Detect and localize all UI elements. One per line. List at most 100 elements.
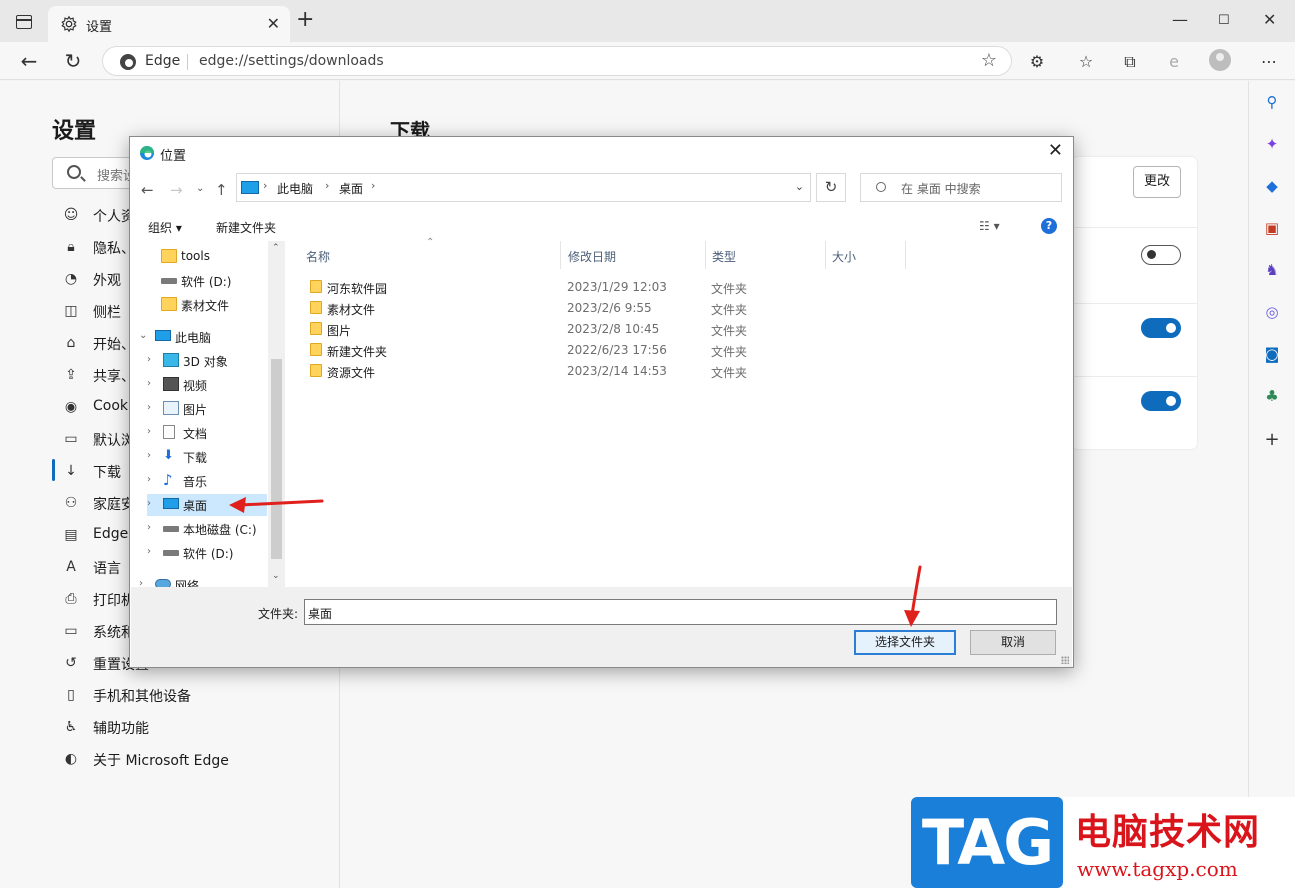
back-icon[interactable]: ← — [141, 181, 154, 199]
scroll-thumb[interactable] — [271, 359, 282, 559]
tab-settings[interactable]: 设置 ✕ — [48, 6, 290, 42]
tree-item[interactable]: › 3D 对象 — [147, 350, 267, 372]
column-type[interactable]: 类型 — [712, 248, 736, 265]
chevron-right-icon[interactable]: › — [147, 522, 151, 533]
file-row[interactable]: 图片 2023/2/8 10:45 文件夹 — [306, 319, 866, 339]
chevron-right-icon[interactable]: › — [147, 546, 151, 557]
copilot-icon[interactable]: ✦ — [1263, 135, 1281, 153]
chevron-right-icon[interactable]: › — [147, 402, 151, 413]
refresh-button[interactable]: ↻ — [816, 173, 846, 202]
nav-scrollbar[interactable]: ⌃ ⌄ — [268, 241, 285, 587]
scroll-down-icon[interactable]: ⌄ — [272, 571, 280, 581]
resize-grip-icon[interactable] — [1061, 656, 1069, 664]
close-window-icon[interactable]: ✕ — [1263, 10, 1276, 29]
chevron-right-icon[interactable]: › — [325, 179, 329, 192]
edge-bar-icon: ▤ — [64, 527, 78, 543]
tree-item[interactable]: 软件 (D:) — [145, 270, 265, 292]
add-sidebar-icon[interactable]: + — [1263, 431, 1281, 449]
toggle-ask-where-save[interactable] — [1141, 245, 1181, 265]
help-icon[interactable]: ? — [1041, 218, 1057, 234]
tree-item[interactable]: › 软件 (D:) — [147, 542, 267, 564]
tree-item[interactable]: › 视频 — [147, 374, 267, 396]
music-icon: ♪ — [163, 471, 173, 489]
tree-item[interactable]: 素材文件 — [145, 294, 265, 316]
breadcrumb-desktop[interactable]: 桌面 — [339, 180, 363, 197]
toggle-show-downloads-menu[interactable] — [1141, 391, 1181, 411]
folder-name-input[interactable]: 桌面 — [304, 599, 1057, 625]
maximize-icon[interactable]: ☐ — [1218, 13, 1230, 28]
ie-mode-icon[interactable]: e — [1165, 53, 1183, 71]
column-divider[interactable] — [560, 241, 561, 269]
file-type: 文件夹 — [711, 303, 748, 317]
file-row[interactable]: 河东软件园 2023/1/29 12:03 文件夹 — [306, 277, 866, 297]
search-input[interactable]: 在 桌面 中搜索 — [860, 173, 1062, 202]
forward-icon[interactable]: → — [170, 181, 183, 199]
column-divider[interactable] — [705, 241, 706, 269]
add-favorite-icon[interactable]: ☆ — [981, 50, 997, 71]
column-name[interactable]: 名称 — [306, 248, 330, 265]
office-icon[interactable]: ◎ — [1263, 303, 1281, 321]
column-divider[interactable] — [825, 241, 826, 269]
address-bar[interactable]: Edge edge://settings/downloads ☆ — [102, 46, 1012, 76]
tree-item[interactable]: › 图片 — [147, 398, 267, 420]
cancel-button[interactable]: 取消 — [970, 630, 1056, 655]
chevron-right-icon[interactable]: › — [147, 378, 151, 389]
refresh-icon[interactable]: ↻ — [60, 48, 86, 74]
tree-item[interactable]: › ⬇ 下载 — [147, 446, 267, 468]
outlook-icon[interactable]: ◙ — [1263, 345, 1281, 363]
organize-menu[interactable]: 组织 ▾ — [148, 219, 182, 236]
close-icon[interactable]: ✕ — [1048, 140, 1063, 161]
collections-icon[interactable]: ⧉ — [1121, 53, 1139, 71]
settings-menu-label: 辅助功能 — [93, 721, 149, 737]
search-icon[interactable]: ⚲ — [1263, 93, 1281, 111]
chevron-right-icon[interactable]: › — [147, 426, 151, 437]
tree-item[interactable]: › 本地磁盘 (C:) — [147, 518, 267, 540]
file-row[interactable]: 素材文件 2023/2/6 9:55 文件夹 — [306, 298, 866, 318]
up-icon[interactable]: ↑ — [215, 181, 228, 199]
close-tab-icon[interactable]: ✕ — [267, 14, 280, 33]
avatar[interactable] — [1209, 49, 1231, 71]
tools-icon[interactable]: ▣ — [1263, 219, 1281, 237]
chevron-right-icon[interactable]: › — [263, 179, 267, 192]
file-row[interactable]: 新建文件夹 2022/6/23 17:56 文件夹 — [306, 340, 866, 360]
chevron-right-icon[interactable]: › — [371, 179, 375, 192]
file-row[interactable]: 资源文件 2023/2/14 14:53 文件夹 — [306, 361, 866, 381]
tree-item[interactable]: › 网络 — [139, 574, 259, 587]
extensions-icon[interactable]: ⚙ — [1028, 53, 1046, 71]
breadcrumb-this-pc[interactable]: 此电脑 — [277, 180, 313, 197]
chevron-right-icon[interactable]: › — [147, 450, 151, 461]
scroll-up-icon[interactable]: ⌃ — [272, 243, 280, 253]
path-breadcrumb[interactable]: › 此电脑 › 桌面 › ⌄ — [236, 173, 811, 202]
chevron-right-icon[interactable]: › — [147, 474, 151, 485]
favorites-icon[interactable]: ☆ — [1077, 53, 1095, 71]
new-folder-button[interactable]: 新建文件夹 — [216, 219, 276, 236]
tree-item[interactable]: › ♪ 音乐 — [147, 470, 267, 492]
minimize-icon[interactable]: — — [1172, 10, 1188, 29]
back-icon[interactable]: ← — [16, 48, 42, 74]
chevron-down-icon[interactable]: ⌄ — [196, 183, 204, 194]
tab-actions-icon[interactable] — [16, 15, 32, 29]
address-url[interactable]: edge://settings/downloads — [199, 53, 384, 69]
desktop-icon — [163, 498, 179, 509]
tree-item[interactable]: tools — [145, 246, 265, 268]
select-folder-button[interactable]: 选择文件夹 — [854, 630, 956, 655]
drop-tree-icon[interactable]: ♣ — [1263, 387, 1281, 405]
column-divider[interactable] — [905, 241, 906, 269]
column-date[interactable]: 修改日期 — [568, 248, 616, 265]
view-options-icon[interactable]: ☷ ▾ — [979, 219, 1000, 233]
chevron-right-icon[interactable]: › — [147, 498, 151, 509]
chevron-right-icon[interactable]: › — [147, 354, 151, 365]
chevron-down-icon[interactable]: ⌄ — [795, 180, 804, 193]
chevron-down-icon[interactable]: ⌄ — [139, 330, 147, 341]
shopping-tag-icon[interactable]: ◆ — [1263, 177, 1281, 195]
tree-item[interactable]: ⌄ 此电脑 — [139, 326, 259, 348]
tree-item[interactable]: › 文档 — [147, 422, 267, 444]
toggle-open-office-files[interactable] — [1141, 318, 1181, 338]
chevron-right-icon[interactable]: › — [139, 578, 143, 587]
column-size[interactable]: 大小 — [832, 248, 856, 265]
more-icon[interactable]: ⋯ — [1260, 53, 1278, 71]
tree-item[interactable]: › 桌面 — [147, 494, 267, 516]
games-icon[interactable]: ♞ — [1263, 261, 1281, 279]
change-location-button[interactable]: 更改 — [1133, 166, 1181, 198]
new-tab-icon[interactable]: + — [296, 9, 314, 31]
